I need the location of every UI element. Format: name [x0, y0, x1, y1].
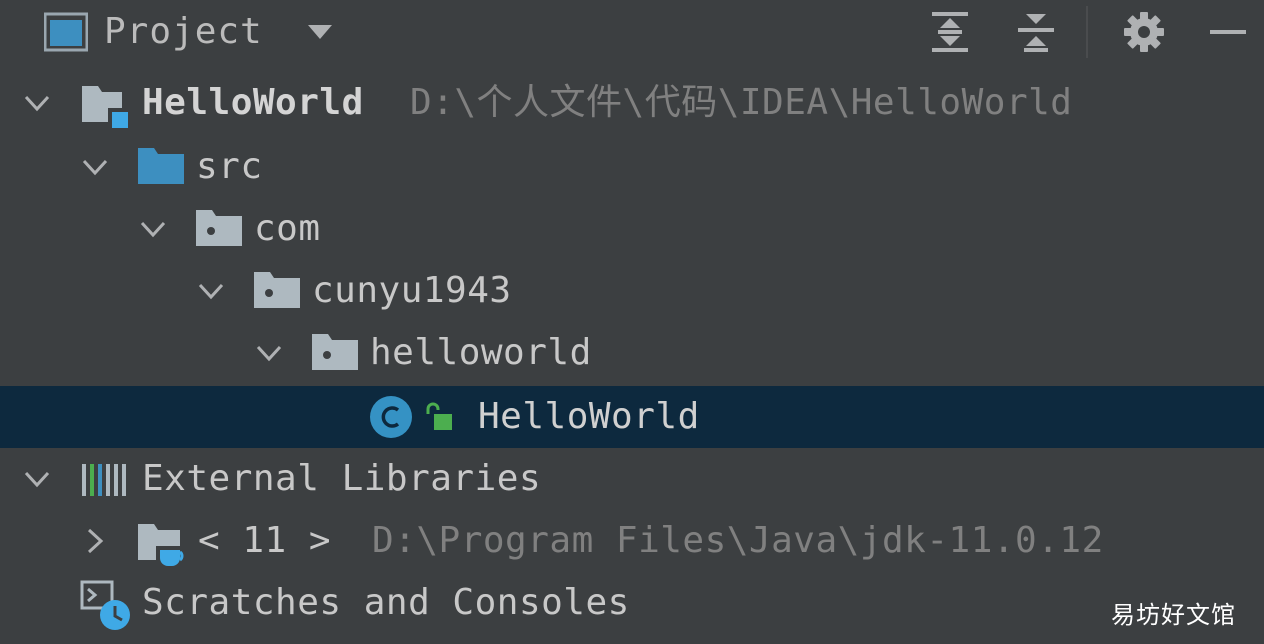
chevron-down-icon[interactable] — [196, 276, 226, 306]
libraries-icon — [82, 464, 126, 496]
tree-item-cunyu1943[interactable]: cunyu1943 — [0, 260, 1264, 322]
tree-item-label: helloworld — [370, 332, 592, 373]
tree-item-label: com — [254, 208, 321, 249]
unlock-icon — [426, 402, 452, 430]
chevron-down-icon[interactable] — [80, 152, 110, 182]
tree-item-external-libraries[interactable]: External Libraries — [0, 448, 1264, 510]
chevron-down-icon[interactable] — [306, 22, 334, 42]
chevron-down-icon[interactable] — [138, 214, 168, 244]
tree-item-label: HelloWorld — [478, 396, 700, 437]
tree-item-scratches[interactable]: Scratches and Consoles — [0, 572, 1264, 634]
project-path: D:\个人文件\代码\IDEA\HelloWorld — [410, 82, 1073, 123]
tree-item-helloworld-class[interactable]: HelloWorld — [0, 386, 1264, 448]
collapse-all-icon[interactable] — [1014, 10, 1058, 54]
tree-item-project-root[interactable]: HelloWorld D:\个人文件\代码\IDEA\HelloWorld — [0, 72, 1264, 134]
package-folder-icon — [196, 210, 242, 246]
scratches-icon — [80, 580, 130, 630]
source-folder-icon — [138, 148, 184, 184]
tree-item-label: External Libraries — [142, 458, 542, 499]
chevron-down-icon[interactable] — [254, 338, 284, 368]
gear-icon[interactable] — [1122, 10, 1166, 54]
project-tool-window-header: Project — [0, 0, 1264, 64]
tree-item-label: Scratches and Consoles — [142, 582, 630, 623]
tree-item-label: cunyu1943 — [312, 270, 512, 311]
tree-item-helloworld-package[interactable]: helloworld — [0, 322, 1264, 384]
hide-icon[interactable] — [1206, 10, 1250, 54]
tree-item-com[interactable]: com — [0, 198, 1264, 260]
project-name: HelloWorld — [142, 82, 364, 123]
watermark: 易坊好文馆 — [1111, 601, 1236, 629]
chevron-down-icon[interactable] — [22, 464, 52, 494]
toolbar-separator — [1086, 6, 1088, 58]
class-icon — [370, 396, 412, 438]
chevron-down-icon[interactable] — [22, 88, 52, 118]
jdk-path: D:\Program Files\Java\jdk-11.0.12 — [372, 520, 1104, 561]
tree-item-src[interactable]: src — [0, 136, 1264, 198]
expand-all-icon[interactable] — [928, 10, 972, 54]
tree-item-jdk[interactable]: < 11 > D:\Program Files\Java\jdk-11.0.12 — [0, 510, 1264, 572]
chevron-right-icon[interactable] — [80, 526, 110, 556]
package-folder-icon — [254, 272, 300, 308]
view-selector-label[interactable]: Project — [104, 8, 263, 56]
tree-item-label: < 11 > — [198, 520, 332, 561]
tree-item-label: src — [196, 146, 263, 187]
project-folder-icon — [82, 86, 130, 130]
project-view-icon — [44, 12, 88, 52]
package-folder-icon — [312, 334, 358, 370]
jdk-icon — [138, 524, 190, 568]
